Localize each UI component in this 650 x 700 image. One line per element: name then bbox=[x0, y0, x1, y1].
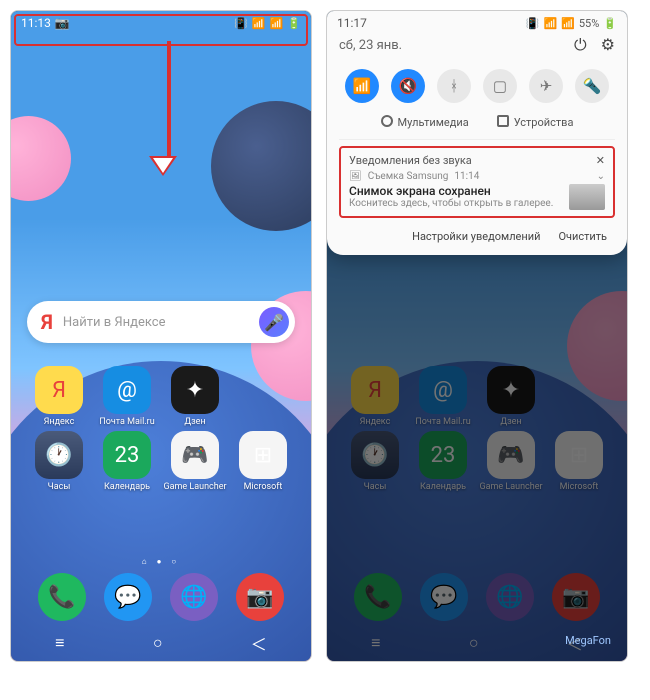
qs-bluetooth[interactable]: ᚼ bbox=[437, 69, 471, 103]
search-placeholder: Найти в Яндексе bbox=[63, 315, 259, 330]
app-label: Часы bbox=[48, 482, 71, 492]
power-icon[interactable]: ⏻ bbox=[574, 35, 587, 55]
app-📷[interactable]: 📷 bbox=[236, 573, 284, 621]
quick-settings: 📶 🔇 ᚼ ▢ ✈ 🔦 bbox=[339, 63, 615, 115]
app-icon: 💬 bbox=[104, 573, 152, 621]
notification-settings-button[interactable]: Настройки уведомлений bbox=[412, 230, 540, 243]
panel-date: сб, 23 янв. bbox=[339, 38, 402, 53]
vibrate-icon: 📳 bbox=[526, 17, 540, 30]
signal-icon: 📶 bbox=[561, 17, 575, 30]
qs-flash[interactable]: 🔦 bbox=[575, 69, 609, 103]
app-🌐[interactable]: 🌐 bbox=[170, 573, 218, 621]
yandex-logo-icon: Я bbox=[41, 310, 53, 334]
home-button[interactable]: ○ bbox=[153, 633, 163, 653]
phone-notification-panel: ЯЯндекс@Почта Mail.ru✦Дзен🕐Часы23Календа… bbox=[326, 10, 628, 662]
voice-search-icon[interactable]: 🎤 bbox=[259, 307, 289, 337]
close-icon[interactable]: ✕ bbox=[596, 154, 605, 167]
app-📞[interactable]: 📞 bbox=[38, 573, 86, 621]
app-💬[interactable]: 💬 bbox=[104, 573, 152, 621]
app-label: Microsoft bbox=[244, 482, 283, 492]
annotation-swipe-down-arrow bbox=[161, 41, 177, 173]
app-icon: ⊞ bbox=[239, 431, 287, 479]
gallery-icon: 🖼 bbox=[349, 171, 362, 182]
clear-all-button[interactable]: Очистить bbox=[558, 230, 607, 243]
notification-subtitle: Коснитесь здесь, чтобы открыть в галерее… bbox=[349, 198, 553, 209]
app-icon: 23 bbox=[103, 431, 151, 479]
notification-time: 11:14 bbox=[454, 171, 479, 182]
app-icon: 🌐 bbox=[170, 573, 218, 621]
search-widget[interactable]: Я Найти в Яндексе 🎤 bbox=[27, 301, 295, 343]
status-bar: 11:17 📳 📶 📶 55% 🔋 bbox=[327, 11, 627, 35]
recents-button[interactable]: ≡ bbox=[55, 633, 64, 653]
app-label: Дзен bbox=[184, 417, 205, 427]
settings-icon[interactable]: ⚙ bbox=[601, 35, 615, 55]
app-label: Календарь bbox=[104, 482, 150, 492]
qs-wifi[interactable]: 📶 bbox=[345, 69, 379, 103]
app-icon bbox=[239, 366, 287, 414]
multimedia-button[interactable]: Мультимедиа bbox=[381, 115, 469, 129]
app-Яндекс[interactable]: Я Яндекс bbox=[25, 366, 93, 427]
qs-airplane[interactable]: ✈ bbox=[529, 69, 563, 103]
battery-percent: 55% bbox=[579, 17, 599, 30]
app-label: Почта Mail.ru bbox=[99, 417, 154, 427]
app-icon: 🕐 bbox=[35, 431, 83, 479]
back-button[interactable]: ＜ bbox=[251, 631, 267, 655]
app-label: Яндекс bbox=[44, 417, 75, 427]
app-label: Game Launcher bbox=[163, 482, 226, 492]
app-Microsoft[interactable]: ⊞ Microsoft bbox=[229, 431, 297, 492]
qs-sound[interactable]: 🔇 bbox=[391, 69, 425, 103]
phone-homescreen: 11:13 📷 📳 📶 📶 🔋 Я Найти в Яндексе 🎤 ЯЯнд… bbox=[10, 10, 312, 662]
app-Часы[interactable]: 🕐 Часы bbox=[25, 431, 93, 492]
qs-rotate[interactable]: ▢ bbox=[483, 69, 517, 103]
app-icon: 🎮 bbox=[171, 431, 219, 479]
notification-shade[interactable]: сб, 23 янв. ⏻ ⚙ 📶 🔇 ᚼ ▢ ✈ 🔦 Мультимедиа Устро… bbox=[327, 11, 627, 255]
app-icon: 📞 bbox=[38, 573, 86, 621]
app-icon: 📷 bbox=[236, 573, 284, 621]
navigation-bar: ≡ ○ ＜ bbox=[11, 625, 311, 661]
battery-icon: 🔋 bbox=[603, 17, 617, 30]
notification-title: Снимок экрана сохранен bbox=[349, 184, 553, 198]
app-[interactable] bbox=[229, 366, 297, 427]
notification-card[interactable]: Уведомления без звука ✕ 🖼 Съемка Samsung… bbox=[339, 146, 615, 218]
page-indicator[interactable]: ⌂ ● ○ bbox=[11, 557, 311, 566]
app-icon: @ bbox=[103, 366, 151, 414]
carrier-label: MegaFon bbox=[565, 634, 611, 647]
app-icon: ✦ bbox=[171, 366, 219, 414]
app-Почта Mail.ru[interactable]: @ Почта Mail.ru bbox=[93, 366, 161, 427]
notification-app-name: Съемка Samsung bbox=[368, 171, 449, 182]
media-devices-row: Мультимедиа Устройства bbox=[339, 115, 615, 140]
app-grid: Я Яндекс @ Почта Mail.ru ✦ Дзен 🕐 Часы 23 Календа… bbox=[11, 366, 311, 492]
app-Календарь[interactable]: 23 Календарь bbox=[93, 431, 161, 492]
wifi-icon: 📶 bbox=[543, 17, 557, 30]
notification-thumbnail[interactable] bbox=[569, 184, 605, 210]
notification-section-title: Уведомления без звука bbox=[349, 154, 472, 167]
status-time: 11:17 bbox=[337, 16, 367, 30]
chevron-down-icon[interactable]: ⌄ bbox=[597, 171, 605, 182]
app-icon: Я bbox=[35, 366, 83, 414]
devices-button[interactable]: Устройства bbox=[497, 115, 574, 129]
app-Game Launcher[interactable]: 🎮 Game Launcher bbox=[161, 431, 229, 492]
dock: 📞 💬 🌐 📷 bbox=[11, 573, 311, 621]
app-Дзен[interactable]: ✦ Дзен bbox=[161, 366, 229, 427]
